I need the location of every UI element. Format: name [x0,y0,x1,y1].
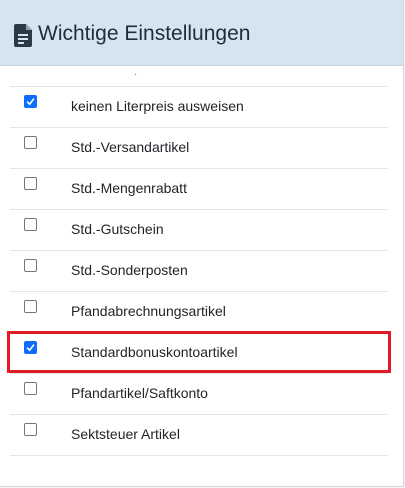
checkbox-versandartikel[interactable] [24,136,37,149]
checkbox-keinen-literpreis[interactable] [24,95,37,108]
checkbox-sektsteuer-artikel[interactable] [24,423,37,436]
checkbox-pfandabrechnungsartikel[interactable] [24,300,37,313]
document-settings-icon [14,24,32,47]
settings-panel: Wichtige Einstellungen · keinen Literpre… [0,0,404,487]
item-label: keinen Literpreis ausweisen [71,98,244,114]
panel-title: Wichtige Einstellungen [38,22,251,45]
list-item-mengenrabatt[interactable]: Std.-Mengenrabatt [10,169,388,210]
panel-header: Wichtige Einstellungen [0,0,403,66]
list-item-versandartikel[interactable]: Std.-Versandartikel [10,128,388,169]
checkmark-icon [26,98,35,106]
list-item-pfandartikel-saftkonto[interactable]: Pfandartikel/Saftkonto [10,374,388,415]
list-item-pfandabrechnungsartikel[interactable]: Pfandabrechnungsartikel [10,292,388,333]
checkbox-gutschein[interactable] [24,218,37,231]
list-item-gutschein[interactable]: Std.-Gutschein [10,210,388,251]
highlight-box [7,331,391,373]
list-item-sektsteuer-artikel[interactable]: Sektsteuer Artikel [10,415,388,456]
list-item-keinen-literpreis[interactable]: keinen Literpreis ausweisen [10,87,388,128]
checkbox-sonderposten[interactable] [24,259,37,272]
item-label: Sektsteuer Artikel [71,426,180,442]
clipped-list-item: · [10,66,388,87]
list-item-sonderposten[interactable]: Std.-Sonderposten [10,251,388,292]
item-label: Std.-Sonderposten [71,262,188,278]
item-label: Pfandartikel/Saftkonto [71,385,208,401]
item-label: Pfandabrechnungsartikel [71,303,226,319]
item-label: Std.-Gutschein [71,221,164,237]
item-label: Std.-Mengenrabatt [71,180,187,196]
checkbox-mengenrabatt[interactable] [24,177,37,190]
checkbox-pfandartikel-saftkonto[interactable] [24,382,37,395]
item-label: Std.-Versandartikel [71,139,190,155]
settings-list: · keinen Literpreis ausweisen Std.-Versa… [10,66,388,456]
